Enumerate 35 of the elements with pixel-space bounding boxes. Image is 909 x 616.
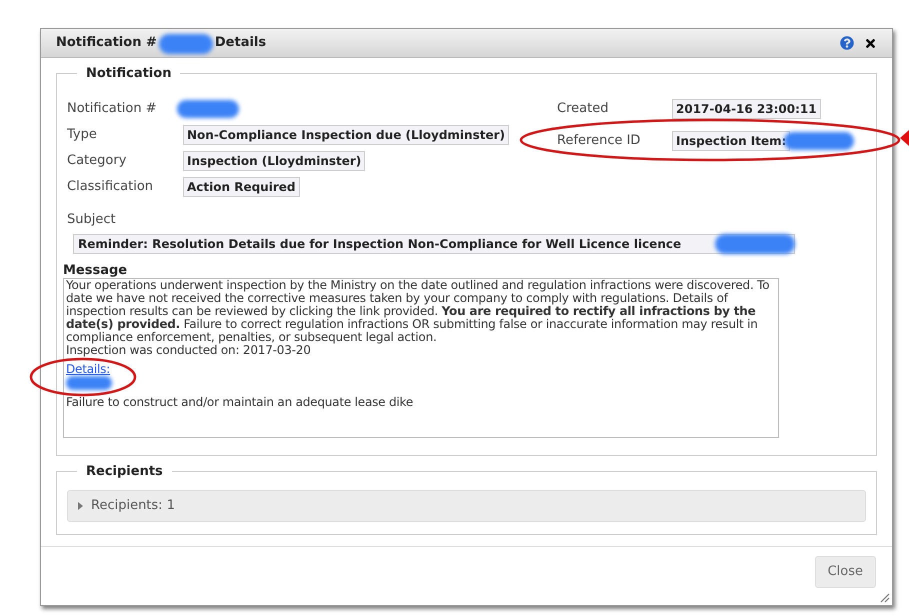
field-label: Notification # [67,100,158,118]
redaction-blur [158,34,213,54]
field-label: Subject [67,212,116,226]
resize-grip-icon [880,593,890,603]
field-label: Category [67,152,128,170]
close-icon [864,36,877,50]
section-legend: Recipients [77,462,172,482]
field-value: Inspection (Lloydminster) [183,150,366,170]
annotation-arrow-icon [900,130,909,146]
help-button[interactable] [840,36,854,50]
field-label: Created [557,100,610,118]
window-title: Notification # [56,34,157,52]
close-button[interactable] [864,36,877,50]
window-title: Details [214,34,266,52]
redaction-blur [784,132,854,150]
redaction-blur [177,100,239,118]
message-text: Your operations underwent inspection by the Ministry on the date outlined and regulation infractions were discovered. To date we have not received the corrective measures taken by your company to comply with regulations. Details of inspection results can be reviewed by clicking the link provided. You are required to rectify all infractions by the date(s) provided. Failure to correct regulation infractions OR submitting false or inaccurate information may result in compliance enforcement, penalties, or subsequent legal action. [66,278,770,344]
message-text: Failure to construct and/or maintain an adequate lease dike [66,396,414,410]
section-legend: Notification [77,64,180,84]
caret-icon [78,502,83,510]
field-value: Non-Compliance Inspection due (Lloydminster) [183,124,509,144]
field-label: Classification [67,178,154,196]
help-icon [840,36,854,50]
close-dialog-button[interactable]: Close [814,556,876,588]
field-label: Reference ID [557,132,642,150]
field-value: 2017-04-16 23:00:11 [672,98,821,118]
recipients-accordion[interactable]: Recipients: 1 [67,490,866,522]
redaction-blur [66,376,112,390]
subject-field: Reminder: Resolution Details due for Inspection Non-Compliance for Well Licence licence [73,234,795,254]
field-label: Message [63,264,128,278]
message-text: Inspection was conducted on: 2017-03-20 [66,344,311,356]
field-label: Type [67,126,98,144]
field-value: Inspection Item: [672,130,790,150]
field-value: Action Required [183,176,300,196]
details-link[interactable]: Details: [66,362,110,376]
